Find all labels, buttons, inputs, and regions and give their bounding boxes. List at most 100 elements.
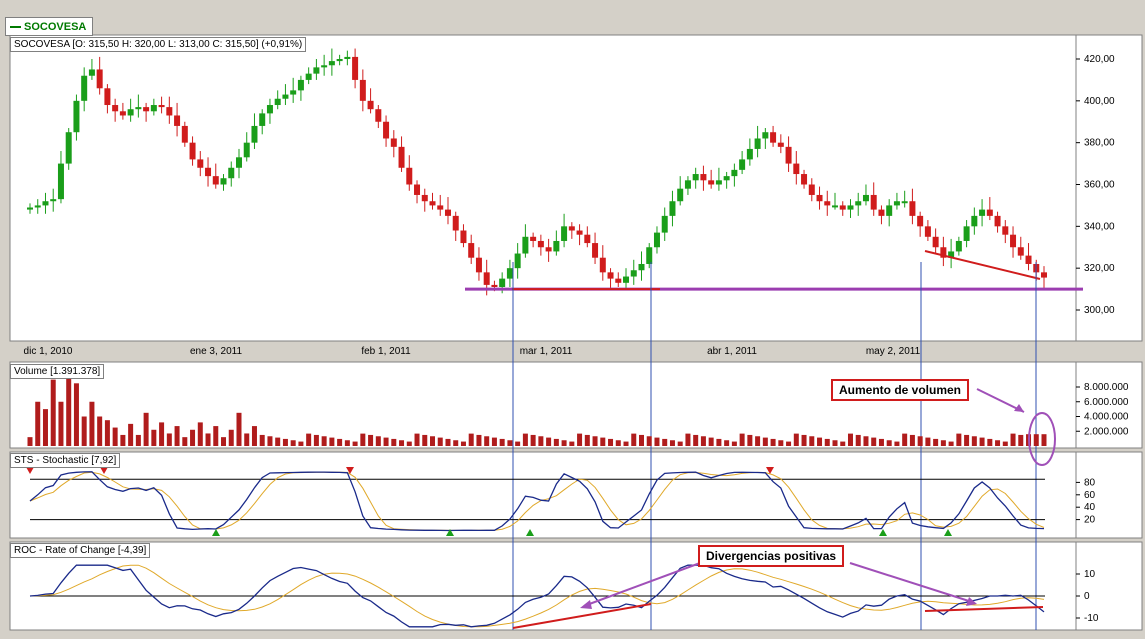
candle-body — [499, 278, 506, 287]
volume-bar — [817, 437, 823, 446]
legend-line-icon — [10, 25, 21, 28]
candle-body — [545, 247, 552, 252]
volume-bar — [755, 436, 761, 446]
volume-bar — [608, 438, 614, 446]
volume-bar — [538, 436, 544, 446]
candle-body — [290, 90, 297, 95]
volume-bar — [313, 434, 319, 446]
volume-bar — [909, 434, 915, 446]
candle-body — [1025, 255, 1032, 264]
candle-body — [506, 268, 513, 279]
volume-bar — [584, 434, 590, 446]
candle-body — [243, 142, 250, 158]
volume-bar — [840, 441, 846, 446]
volume-bar — [360, 433, 366, 446]
candle-body — [375, 109, 382, 122]
candle-body — [468, 243, 475, 258]
candle-body — [259, 113, 266, 126]
volume-bar — [693, 434, 699, 446]
volume-bar — [987, 438, 993, 446]
volume-bar — [182, 437, 188, 446]
volume-bar — [375, 436, 381, 446]
candle-body — [321, 65, 328, 68]
volume-bar — [708, 437, 714, 446]
volume-bar — [251, 426, 257, 446]
candle-body — [81, 75, 88, 101]
volume-bar — [27, 437, 33, 446]
volume-bar — [724, 440, 730, 446]
candle-body — [158, 105, 165, 108]
candle-body — [150, 105, 157, 112]
volume-bar — [886, 440, 892, 446]
price-panel-label: SOCOVESA [O: 315,50 H: 320,00 L: 313,00 … — [10, 37, 307, 52]
candle-body — [537, 240, 544, 248]
candle-body — [886, 205, 893, 216]
chart-canvas: 420,00 400,00 380,00 360,00 340,00 320,00 300,… — [9, 34, 1143, 631]
volume-bar — [383, 437, 389, 446]
panel-roc — [9, 541, 1077, 631]
date-tick-label: mar 1, 2011 — [520, 346, 573, 357]
volume-increase-callout: Aumento de volumen — [831, 379, 970, 401]
candle-body — [801, 174, 808, 185]
volume-bar — [894, 441, 900, 446]
volume-bar — [228, 429, 234, 446]
candle-body — [630, 270, 637, 277]
candle-body — [770, 132, 777, 143]
candle-body — [638, 263, 645, 271]
volume-bar — [700, 436, 706, 446]
candle-body — [344, 56, 351, 59]
volume-bar — [770, 438, 776, 446]
candle-body — [576, 230, 583, 235]
candle-body — [352, 56, 359, 80]
candle-body — [421, 194, 428, 202]
candle-body — [816, 194, 823, 202]
candle-body — [832, 205, 839, 208]
volume-bar — [128, 423, 134, 446]
candle-body — [855, 201, 862, 206]
candle-body — [514, 253, 521, 269]
volume-bar — [546, 437, 552, 446]
candle-body — [653, 232, 660, 248]
candle-body — [336, 59, 343, 62]
candle-body — [181, 125, 188, 143]
volume-bar — [793, 433, 799, 446]
candle-body — [746, 148, 753, 160]
stochastic-panel-label: STS - Stochastic [7,92] — [10, 453, 121, 468]
candle-body — [924, 226, 931, 237]
volume-bar — [166, 433, 172, 446]
volume-bar — [778, 440, 784, 446]
candle-body — [460, 230, 467, 244]
candle-body — [414, 184, 421, 195]
volume-bar — [878, 438, 884, 446]
volume-bar — [925, 437, 931, 446]
candle-body — [599, 257, 606, 273]
volume-bar — [453, 440, 459, 446]
volume-bar — [491, 437, 497, 446]
volume-bar — [631, 433, 637, 446]
volume-bar — [809, 436, 815, 446]
date-tick-label: may 2, 2011 — [866, 346, 921, 357]
volume-bar — [50, 379, 56, 446]
volume-ytick-label: 4.000.000 — [1084, 412, 1129, 423]
candle-body — [623, 276, 630, 283]
volume-bar — [430, 436, 436, 446]
candle-body — [932, 236, 939, 248]
volume-bar — [282, 438, 288, 446]
candle-body — [847, 205, 854, 210]
candle-body — [1041, 272, 1047, 278]
candle-body — [909, 201, 916, 216]
volume-bar — [662, 438, 668, 446]
candle-body — [661, 215, 668, 233]
candle-body — [901, 201, 908, 204]
roc-ytick-label: 0 — [1084, 591, 1090, 602]
volume-bar — [445, 438, 451, 446]
candle-body — [57, 163, 64, 200]
symbol-legend[interactable]: SOCOVESA — [5, 17, 94, 36]
volume-bar — [995, 440, 1001, 446]
stochastic-ytick-label: 40 — [1084, 502, 1096, 513]
candle-body — [793, 163, 800, 175]
candle-body — [437, 205, 444, 210]
price-ytick-label: 360,00 — [1084, 180, 1115, 191]
volume-bar — [824, 438, 830, 446]
volume-bar — [484, 436, 490, 446]
